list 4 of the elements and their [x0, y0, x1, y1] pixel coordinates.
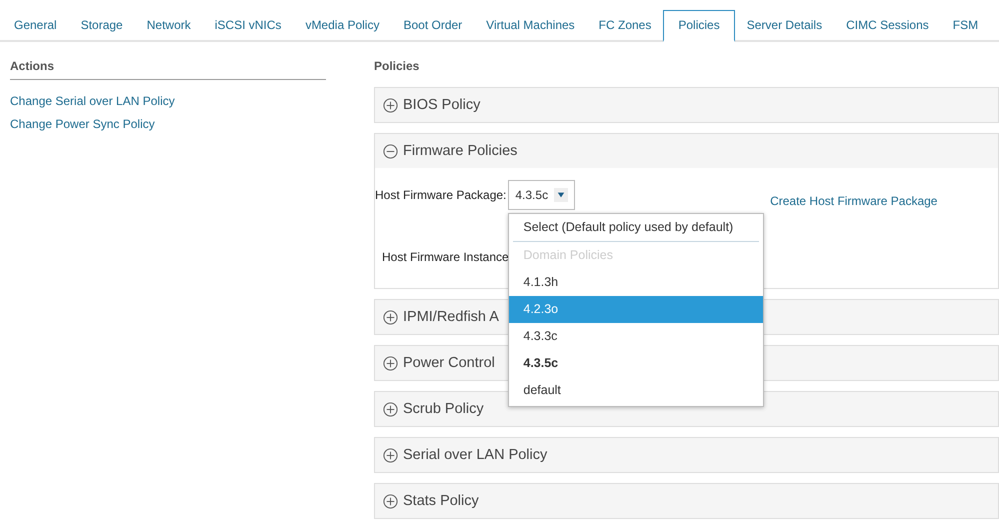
- section-title: Actions: [10, 59, 326, 80]
- field-label: Host Firmware Instance: [382, 250, 509, 264]
- field-label: Host Firmware Package:: [375, 188, 506, 202]
- section-title: Policies: [374, 59, 420, 75]
